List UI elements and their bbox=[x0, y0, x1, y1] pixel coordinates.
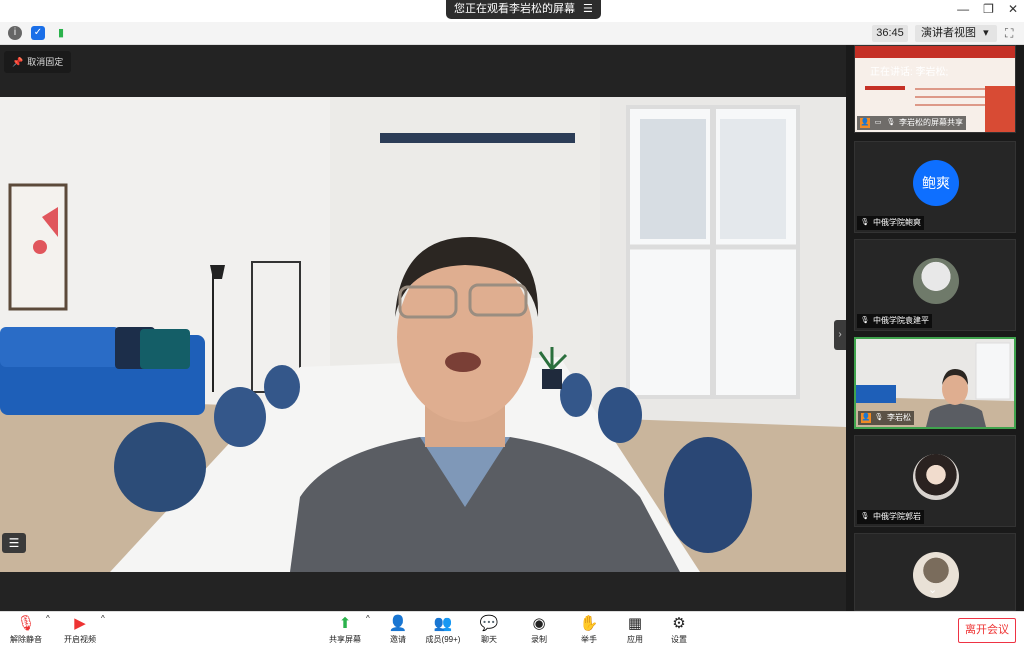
shield-icon[interactable]: ✓ bbox=[31, 26, 45, 40]
participants-icon: 👥 bbox=[433, 615, 453, 632]
muted-microphone-icon: 🎙 bbox=[16, 615, 36, 632]
participants-button[interactable]: 👥 成员(99+) bbox=[422, 614, 464, 645]
add-user-icon: 👤 bbox=[388, 615, 408, 632]
speaker-video bbox=[0, 97, 846, 572]
gallery-tile-guoyan[interactable]: 🎙 中俄学院郭岩 bbox=[854, 435, 1016, 527]
window-controls: — ❐ ✕ bbox=[957, 2, 1018, 16]
screen-icon: ▭ bbox=[874, 119, 882, 126]
tile-label: 李岩松 bbox=[887, 413, 911, 422]
record-label: 录制 bbox=[531, 635, 547, 644]
hand-icon: ✋ bbox=[579, 615, 599, 632]
gallery-tile-baoshuang[interactable]: 鲍爽 🎙 中俄学院鲍爽 bbox=[854, 141, 1016, 233]
meeting-info-bar: i ✓ ▮ 36:45 演讲者视图 ▾ ⛶ bbox=[0, 22, 1024, 45]
muted-microphone-icon: 🎙 bbox=[860, 317, 870, 324]
tile-label: 中俄学院袁建平 bbox=[873, 316, 929, 325]
share-screen-button[interactable]: ⬆ 共享屏幕 bbox=[326, 614, 364, 645]
invite-label: 邀请 bbox=[390, 635, 406, 644]
speaking-indicator: 正在讲话: 李岩松; bbox=[846, 63, 1024, 83]
gallery-tile-liyansong[interactable]: 👤 🎙 李岩松 bbox=[854, 337, 1016, 429]
minimize-icon[interactable]: — bbox=[957, 2, 969, 16]
unmute-label: 解除静音 bbox=[10, 635, 42, 644]
tile-name-tag: 🎙 中俄学院袁建平 bbox=[857, 314, 932, 328]
close-icon[interactable]: ✕ bbox=[1008, 2, 1018, 16]
tile-label: 李岩松的屏幕共享 bbox=[899, 118, 963, 127]
screen-share-notice[interactable]: 您正在观看李岩松的屏幕 ☰ bbox=[446, 0, 601, 19]
pin-icon: 📌 bbox=[12, 57, 24, 67]
gear-icon: ⚙ bbox=[672, 615, 686, 632]
raise-hand-button[interactable]: ✋ 举手 bbox=[576, 614, 602, 645]
info-icon[interactable]: i bbox=[8, 26, 22, 40]
tile-name-tag: 👤 🎙 李岩松 bbox=[858, 411, 914, 425]
microphone-icon: 🎙 bbox=[886, 119, 896, 126]
collapse-gallery-icon[interactable]: › bbox=[834, 320, 846, 350]
restore-icon[interactable]: ❐ bbox=[983, 2, 994, 16]
share-options-caret-icon[interactable]: ^ bbox=[366, 614, 370, 623]
tile-name-tag: 🎙 中俄学院郭岩 bbox=[857, 510, 924, 524]
title-bar: 您正在观看李岩松的屏幕 ☰ — ❐ ✕ bbox=[0, 0, 1024, 22]
chevron-down-icon[interactable]: ⌄ bbox=[928, 583, 937, 596]
invite-button[interactable]: 👤 邀请 bbox=[384, 614, 412, 645]
view-mode-label: 演讲者视图 bbox=[921, 27, 976, 39]
chevron-down-icon: ▾ bbox=[983, 27, 989, 39]
raise-hand-label: 举手 bbox=[581, 635, 597, 644]
tile-label: 中俄学院郭岩 bbox=[873, 512, 921, 521]
chat-icon: 💬 bbox=[479, 615, 499, 632]
settings-button[interactable]: ⚙ 设置 bbox=[666, 614, 692, 645]
chat-button[interactable]: 💬 聊天 bbox=[476, 614, 502, 645]
apps-button[interactable]: ▦ 应用 bbox=[622, 614, 648, 645]
user-icon: 👤 bbox=[860, 118, 870, 128]
record-button[interactable]: ◉ 录制 bbox=[526, 614, 552, 645]
unpin-button[interactable]: 📌 取消固定 bbox=[4, 51, 72, 73]
avatar: 鲍爽 bbox=[913, 160, 959, 206]
unpin-label: 取消固定 bbox=[27, 57, 64, 67]
avatar bbox=[913, 258, 959, 304]
avatar bbox=[913, 454, 959, 500]
main-stage: 📌 取消固定 ☰ › bbox=[0, 45, 846, 611]
meeting-timer: 36:45 bbox=[872, 25, 908, 42]
chat-label: 聊天 bbox=[481, 635, 497, 644]
leave-meeting-button[interactable]: 离开会议 bbox=[958, 618, 1016, 643]
audio-options-caret-icon[interactable]: ^ bbox=[46, 614, 50, 623]
user-icon: 👤 bbox=[861, 413, 871, 423]
video-options-caret-icon[interactable]: ^ bbox=[101, 614, 105, 623]
speaker-video-frame bbox=[0, 97, 846, 572]
tile-label: 中俄学院鲍爽 bbox=[873, 218, 921, 227]
gallery-tile-yuanjianping[interactable]: 🎙 中俄学院袁建平 bbox=[854, 239, 1016, 331]
participant-gallery: 👤 ▭ 🎙 李岩松的屏幕共享 正在讲话: 李岩松; 鲍爽 🎙 中俄学院鲍爽 🎙 … bbox=[846, 45, 1024, 611]
view-mode-button[interactable]: 演讲者视图 ▾ bbox=[915, 25, 997, 42]
settings-label: 设置 bbox=[671, 635, 687, 644]
fullscreen-icon[interactable]: ⛶ bbox=[1005, 26, 1013, 41]
apps-label: 应用 bbox=[627, 635, 643, 644]
microphone-icon: 🎙 bbox=[874, 414, 884, 421]
muted-microphone-icon: 🎙 bbox=[860, 219, 870, 226]
tile-name-tag: 👤 ▭ 🎙 李岩松的屏幕共享 bbox=[857, 116, 966, 130]
unmute-button[interactable]: 🎙 解除静音 bbox=[6, 614, 46, 645]
video-off-icon: ▶ bbox=[74, 615, 86, 632]
share-notice-text: 您正在观看李岩松的屏幕 bbox=[454, 3, 575, 15]
start-video-label: 开启视频 bbox=[64, 635, 96, 644]
start-video-button[interactable]: ▶ 开启视频 bbox=[60, 614, 100, 645]
participant-list-toggle-icon[interactable]: ☰ bbox=[2, 533, 26, 553]
record-icon: ◉ bbox=[532, 615, 546, 632]
share-screen-label: 共享屏幕 bbox=[329, 635, 361, 644]
tile-name-tag: 🎙 中俄学院鲍爽 bbox=[857, 216, 924, 230]
meeting-toolbar: 🎙 解除静音 ^ ▶ 开启视频 ^ ⬆ 共享屏幕 ^ 👤 邀请 👥 成员(99+… bbox=[0, 611, 1024, 649]
apps-icon: ▦ bbox=[627, 615, 643, 632]
gallery-tile-screen-share[interactable]: 👤 ▭ 🎙 李岩松的屏幕共享 bbox=[854, 45, 1016, 133]
signal-icon[interactable]: ▮ bbox=[54, 26, 68, 40]
participants-label: 成员(99+) bbox=[425, 635, 461, 644]
meeting-window: 您正在观看李岩松的屏幕 ☰ — ❐ ✕ i ✓ ▮ 36:45 演讲者视图 ▾ … bbox=[0, 0, 1024, 649]
gallery-tile-next[interactable] bbox=[854, 533, 1016, 611]
share-screen-icon: ⬆ bbox=[338, 615, 352, 632]
muted-microphone-icon: 🎙 bbox=[860, 513, 870, 520]
list-icon[interactable]: ☰ bbox=[583, 0, 593, 19]
speaking-label: 正在讲话: 李岩松; bbox=[870, 67, 949, 78]
